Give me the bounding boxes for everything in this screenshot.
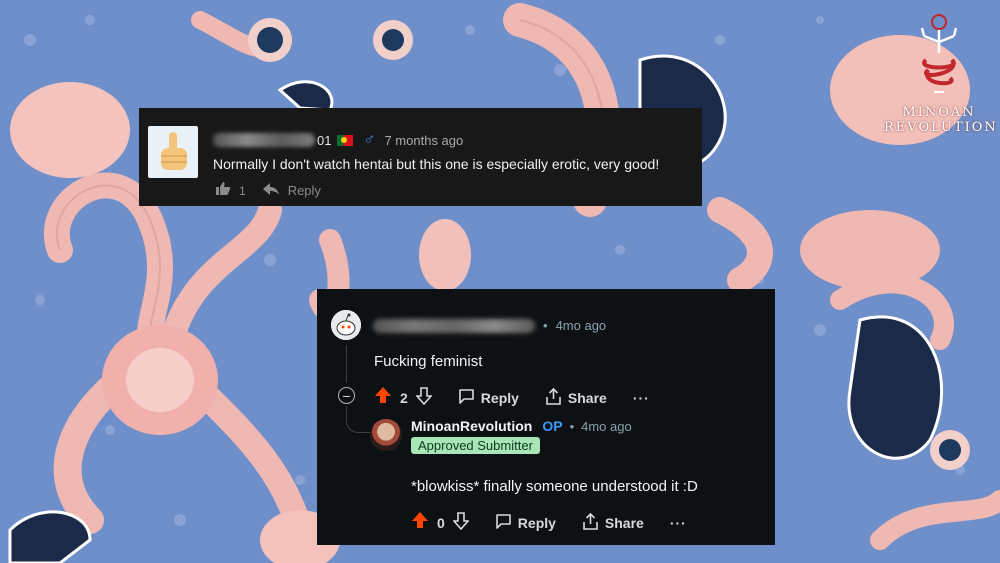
youtube-comment-card: 01 ♂ 7 months ago Normally I don't watch… [139, 108, 702, 206]
parent-comment-time[interactable]: 4mo ago [556, 318, 607, 333]
collapse-thread-button[interactable]: − [338, 387, 355, 404]
comment-text: Normally I don't watch hentai but this o… [213, 156, 660, 172]
vote-score: 2 [400, 390, 408, 406]
comment-bubble-icon [495, 513, 512, 533]
parent-comment-text: Fucking feminist [374, 353, 483, 370]
male-symbol-icon: ♂ [363, 131, 376, 148]
reply-username[interactable]: MinoanRevolution [411, 418, 532, 434]
reply-label: Reply [480, 390, 519, 406]
vote-group: 2 [374, 386, 433, 410]
comment-actions: 1 Reply [215, 181, 321, 200]
share-label: Share [604, 515, 644, 531]
reply-comment-text: *blowkiss* finally someone understood it… [411, 478, 698, 495]
user-avatar[interactable] [370, 419, 402, 451]
parent-comment-header: • 4mo ago [373, 318, 606, 333]
op-badge: OP [542, 418, 563, 434]
share-icon [582, 512, 599, 534]
comment-bubble-icon [458, 388, 475, 408]
upvote-arrow-icon[interactable] [411, 511, 429, 535]
downvote-arrow-icon[interactable] [415, 386, 433, 410]
comment-header: 01 ♂ 7 months ago [213, 131, 463, 149]
reply-comment-header: MinoanRevolution OP • 4mo ago [411, 418, 632, 434]
separator-dot: • [569, 418, 575, 434]
downvote-arrow-icon[interactable] [452, 511, 470, 535]
logo-text-line1: MINOAN [902, 105, 976, 120]
reply-arrow-icon[interactable] [262, 182, 280, 200]
reply-label: Reply [517, 515, 556, 531]
thumbs-up-icon[interactable] [215, 181, 231, 200]
share-button[interactable]: Share [582, 512, 644, 534]
more-options-button[interactable]: ··· [633, 390, 650, 406]
share-button[interactable]: Share [545, 387, 607, 409]
logo-text-line2: REVOLUTION [884, 120, 998, 135]
vote-score: 0 [437, 515, 445, 531]
middle-finger-avatar-icon[interactable] [148, 126, 198, 178]
share-label: Share [567, 390, 607, 406]
thread-line [346, 345, 347, 383]
vote-group: 0 [411, 511, 470, 535]
upvote-arrow-icon[interactable] [374, 386, 392, 410]
flag-icon [337, 134, 354, 146]
blurred-username[interactable] [373, 318, 535, 333]
share-icon [545, 387, 562, 409]
goddess-logo-icon [920, 14, 958, 93]
username-suffix: 01 [317, 132, 332, 148]
minoan-revolution-logo: MINOAN REVOLUTION [884, 8, 998, 135]
reply-button[interactable]: Reply [495, 513, 556, 533]
snoo-avatar-icon[interactable] [331, 310, 361, 340]
reply-button[interactable]: Reply [288, 183, 321, 198]
like-count: 1 [239, 183, 246, 198]
more-options-button[interactable]: ··· [670, 515, 687, 531]
parent-comment-actions: 2 Reply Share ··· [374, 386, 650, 410]
separator-dot: • [543, 318, 548, 333]
reddit-thread-card: • 4mo ago Fucking feminist − 2 Reply Sha… [317, 289, 775, 545]
reply-button[interactable]: Reply [458, 388, 519, 408]
blurred-username[interactable] [213, 133, 315, 147]
thread-connector [346, 406, 373, 433]
user-flair-badge: Approved Submitter [411, 437, 540, 454]
comment-time[interactable]: 7 months ago [384, 133, 463, 148]
reply-time[interactable]: 4mo ago [581, 419, 632, 434]
reply-comment-actions: 0 Reply Share ··· [411, 511, 687, 535]
